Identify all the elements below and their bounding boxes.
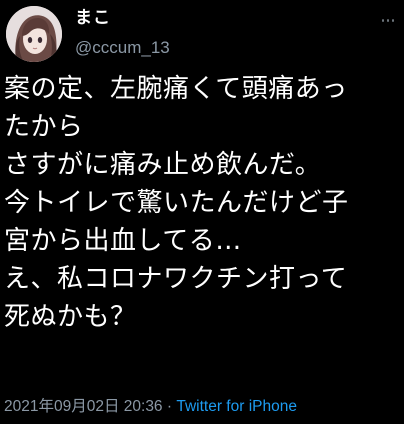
tweet-text: 案の定、左腕痛くて頭痛あっ たから さすがに痛み止め飲んだ。 今トイレで驚いたん… [4,74,349,332]
avatar[interactable] [6,6,62,62]
dot-icon [381,18,384,22]
dot-icon [392,18,395,22]
tweet-card: まこ @cccum_13 案の定、左腕痛くて頭痛あっ たから さすがに痛み止め飲… [0,0,404,424]
tweet-meta: 2021年09月02日 20:36 · Twitter for iPhone [4,396,297,418]
tweet-timestamp[interactable]: 2021年09月02日 20:36 [4,398,163,415]
dot-icon [386,18,390,22]
username[interactable]: @cccum_13 [75,37,170,59]
meta-separator: · [162,398,177,415]
tweet-source-link[interactable]: Twitter for iPhone [176,398,297,415]
avatar-illustration [6,6,62,62]
more-dots-icon[interactable] [380,10,396,30]
display-name[interactable]: まこ [75,7,111,29]
